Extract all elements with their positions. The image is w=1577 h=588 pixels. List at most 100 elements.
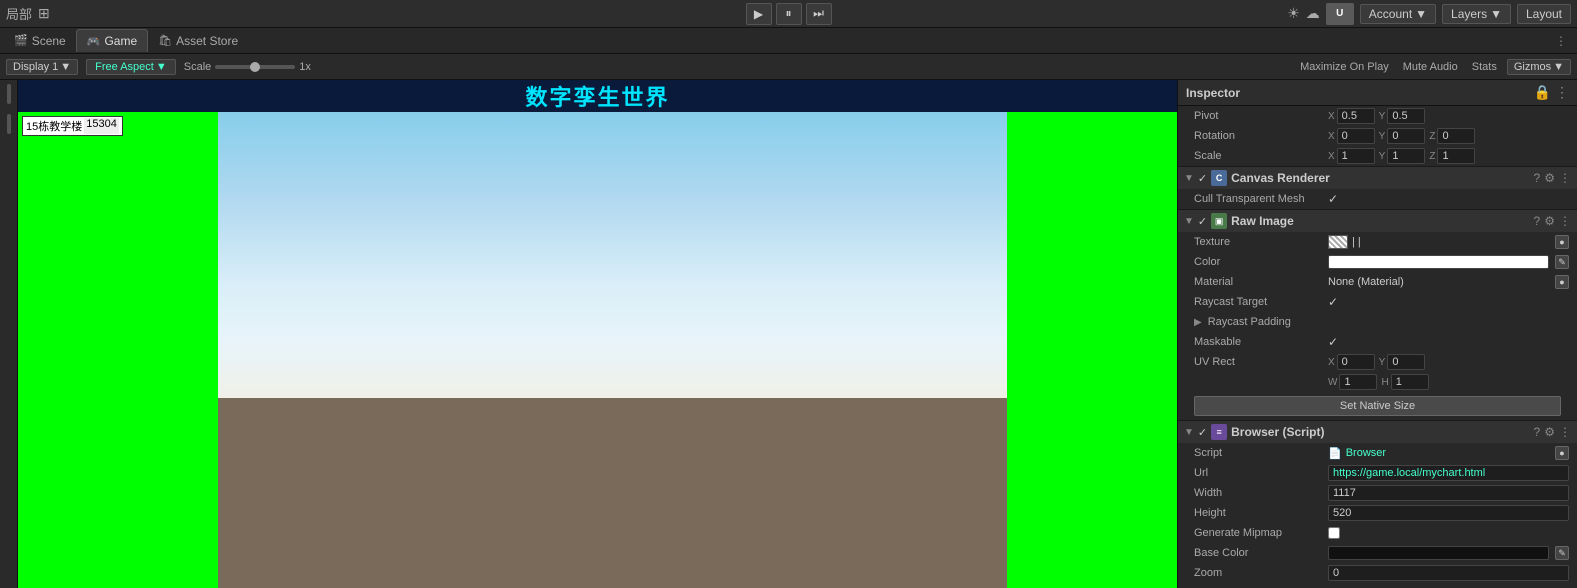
rotation-y-input[interactable]: [1387, 128, 1425, 144]
rotation-x-input[interactable]: [1337, 128, 1375, 144]
sidebar-handle-1: [7, 84, 11, 104]
base-color-eyedropper[interactable]: ✎: [1555, 546, 1569, 560]
base-color-picker[interactable]: [1328, 546, 1549, 560]
scale-slider[interactable]: [215, 65, 295, 69]
color-label: Color: [1194, 256, 1324, 268]
account-button[interactable]: Account ▼: [1360, 4, 1436, 24]
width-row: Width: [1178, 483, 1577, 503]
inspector-more-button[interactable]: ⋮: [1555, 84, 1569, 101]
width-input[interactable]: [1328, 485, 1569, 501]
browser-script-settings-button[interactable]: ⚙: [1544, 425, 1555, 439]
uv-x-item: X: [1328, 354, 1375, 370]
scale-xyz: X Y Z: [1328, 148, 1569, 164]
material-value: None (Material): [1328, 276, 1551, 288]
canvas-renderer-help-button[interactable]: ?: [1534, 171, 1541, 185]
gizmos-label: Gizmos: [1514, 61, 1551, 73]
main-layout: 数字孪生世界 15栋教学楼 15304 Inspector 🔒 ⋮: [0, 80, 1577, 588]
tab-scene[interactable]: 🎬 Scene: [4, 30, 76, 52]
rotation-xyz: X Y Z: [1328, 128, 1569, 144]
texture-bar: | | ●: [1328, 235, 1569, 249]
script-name-value: Browser: [1346, 447, 1386, 459]
account-label: Account: [1369, 7, 1412, 21]
rotation-y-item: Y: [1379, 128, 1426, 144]
pivot-x-input[interactable]: [1337, 108, 1375, 124]
browser-script-header[interactable]: ▼ ✓ ≡ Browser (Script) ? ⚙ ⋮: [1178, 421, 1577, 443]
maskable-row: Maskable ✓: [1178, 332, 1577, 352]
generate-mipmap-checkbox[interactable]: [1328, 527, 1340, 539]
game-scene: 15栋教学楼 15304: [18, 112, 1177, 588]
raw-image-header[interactable]: ▼ ✓ ▣ Raw Image ? ⚙ ⋮: [1178, 210, 1577, 232]
browser-script-more-button[interactable]: ⋮: [1559, 425, 1571, 439]
canvas-renderer-toggle-icon[interactable]: ✓: [1198, 172, 1207, 185]
mute-audio-button[interactable]: Mute Audio: [1399, 60, 1462, 74]
raycast-padding-label: Raycast Padding: [1208, 316, 1338, 328]
url-input[interactable]: [1328, 465, 1569, 481]
game-header: 数字孪生世界: [18, 80, 1177, 112]
green-panel-left: 15栋教学楼 15304: [18, 112, 218, 588]
layers-dropdown-icon: ▼: [1490, 7, 1502, 21]
raw-image-more-button[interactable]: ⋮: [1559, 214, 1571, 228]
canvas-renderer-title: Canvas Renderer: [1231, 171, 1330, 185]
rotation-z-input[interactable]: [1437, 128, 1475, 144]
uv-y-input[interactable]: [1387, 354, 1425, 370]
pivot-y-input[interactable]: [1387, 108, 1425, 124]
play-button[interactable]: ▶: [746, 3, 772, 25]
canvas-renderer-settings-button[interactable]: ⚙: [1544, 171, 1555, 185]
tab-more-button[interactable]: ⋮: [1549, 34, 1573, 48]
pivot-x-item: X: [1328, 108, 1375, 124]
top-bar: 局部 ⊞ ▶ ⏸ ⏭ ☀ ☁ U Account ▼ Layers ▼ Layo…: [0, 0, 1577, 28]
rotation-x-item: X: [1328, 128, 1375, 144]
material-picker-button[interactable]: ●: [1555, 275, 1569, 289]
color-eyedropper-button[interactable]: ✎: [1555, 255, 1569, 269]
uv-w-label: W: [1328, 377, 1337, 388]
layers-button[interactable]: Layers ▼: [1442, 4, 1511, 24]
tab-asset-store[interactable]: 🛍 Asset Store: [148, 30, 248, 52]
canvas-renderer-header[interactable]: ▼ ✓ C Canvas Renderer ? ⚙ ⋮: [1178, 167, 1577, 189]
account-dropdown-icon: ▼: [1415, 7, 1427, 21]
raycast-target-label: Raycast Target: [1194, 296, 1324, 308]
raw-image-help-button[interactable]: ?: [1534, 214, 1541, 228]
scale-x-input[interactable]: [1337, 148, 1375, 164]
canvas-renderer-actions: ? ⚙ ⋮: [1534, 171, 1571, 185]
inspector-lock-button[interactable]: 🔒: [1534, 84, 1551, 101]
maximize-on-play-button[interactable]: Maximize On Play: [1296, 60, 1393, 74]
stats-button[interactable]: Stats: [1468, 60, 1501, 74]
uv-w-item: W: [1328, 374, 1377, 390]
uv-y-label: Y: [1379, 357, 1386, 368]
scale-y-input[interactable]: [1387, 148, 1425, 164]
pivot-y-label: Y: [1379, 111, 1386, 122]
uv-h-input[interactable]: [1391, 374, 1429, 390]
zoom-input[interactable]: [1328, 565, 1569, 581]
browser-script-toggle[interactable]: ✓: [1198, 426, 1207, 439]
texture-picker-button[interactable]: ●: [1555, 235, 1569, 249]
color-picker[interactable]: [1328, 255, 1549, 269]
gizmos-button[interactable]: Gizmos ▼: [1507, 59, 1571, 75]
building-label: 15栋教学楼 15304: [22, 116, 123, 136]
texture-label: Texture: [1194, 236, 1324, 248]
display-button[interactable]: Display 1 ▼: [6, 59, 78, 75]
raw-image-settings-button[interactable]: ⚙: [1544, 214, 1555, 228]
scale-z-input[interactable]: [1437, 148, 1475, 164]
raw-image-toggle[interactable]: ✓: [1198, 215, 1207, 228]
tab-game[interactable]: 🎮 Game: [76, 29, 148, 52]
browser-script-help-button[interactable]: ?: [1534, 425, 1541, 439]
script-file-icon: 📄: [1328, 447, 1342, 460]
scale-y-item: Y: [1379, 148, 1426, 164]
step-button[interactable]: ⏭: [806, 3, 832, 25]
script-picker-button[interactable]: ●: [1555, 446, 1569, 460]
top-bar-left: 局部 ⊞: [6, 4, 1279, 23]
uv-w-input[interactable]: [1339, 374, 1377, 390]
free-aspect-label: Free Aspect: [95, 61, 154, 73]
building-number: 15304: [84, 118, 119, 134]
sidebar-handle-2: [7, 114, 11, 134]
set-native-size-button[interactable]: Set Native Size: [1194, 396, 1561, 416]
uv-x-input[interactable]: [1337, 354, 1375, 370]
layout-button[interactable]: Layout: [1517, 4, 1571, 24]
canvas-renderer-more-button[interactable]: ⋮: [1559, 171, 1571, 185]
height-input[interactable]: [1328, 505, 1569, 521]
script-value-row: 📄 Browser ●: [1328, 446, 1569, 460]
free-aspect-button[interactable]: Free Aspect ▼: [86, 59, 176, 75]
pause-button[interactable]: ⏸: [776, 3, 802, 25]
layout-label: Layout: [1526, 7, 1562, 21]
raycast-padding-expand-icon[interactable]: ▶: [1194, 317, 1202, 328]
